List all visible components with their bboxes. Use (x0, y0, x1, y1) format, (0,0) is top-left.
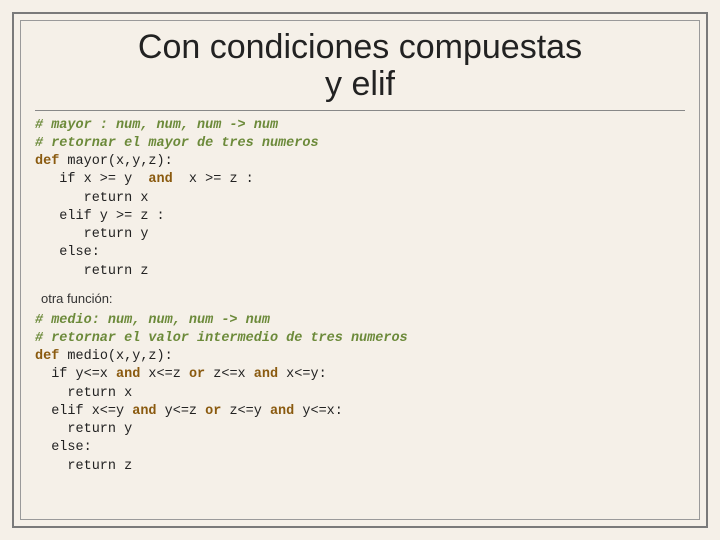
code-text: mayor(x,y,z): (59, 154, 172, 169)
code-text: x<=y: (278, 367, 327, 382)
code-text: elif x<=y (35, 404, 132, 419)
keyword-or: or (205, 404, 221, 419)
keyword-def: def (35, 154, 59, 169)
keyword-def: def (35, 349, 59, 364)
comment: # medio: num, num, num -> num (35, 313, 270, 328)
code-text: else: (35, 440, 92, 455)
title-line-1: Con condiciones compuestas (138, 28, 582, 66)
code-text: medio(x,y,z): (59, 349, 172, 364)
code-text: return y (35, 422, 132, 437)
code-text: y<=x: (294, 404, 343, 419)
code-text: return z (35, 459, 132, 474)
code-block-medio: # medio: num, num, num -> num # retornar… (35, 312, 685, 476)
keyword-and: and (270, 404, 294, 419)
code-text: if x >= y (35, 172, 148, 187)
code-block-mayor: # mayor : num, num, num -> num # retorna… (35, 117, 685, 281)
code-text: x >= z : (173, 172, 254, 187)
keyword-and: and (254, 367, 278, 382)
code-text: return x (35, 191, 148, 206)
code-text: if y<=x (35, 367, 116, 382)
keyword-or: or (189, 367, 205, 382)
inner-frame: Con condiciones compuestas y elif # mayo… (20, 20, 700, 520)
keyword-and: and (116, 367, 140, 382)
outer-frame: Con condiciones compuestas y elif # mayo… (12, 12, 708, 528)
code-text: x<=z (140, 367, 189, 382)
code-text: return y (35, 227, 148, 242)
code-text: else: (35, 245, 100, 260)
slide-title: Con condiciones compuestas y elif (35, 29, 685, 104)
code-text: return z (35, 264, 148, 279)
code-text: elif y >= z : (35, 209, 165, 224)
code-text: return x (35, 386, 132, 401)
divider (35, 110, 685, 111)
caption-otra-funcion: otra función: (41, 291, 685, 306)
keyword-and: and (148, 172, 172, 187)
comment: # retornar el valor intermedio de tres n… (35, 331, 408, 346)
keyword-and: and (132, 404, 156, 419)
comment: # retornar el mayor de tres numeros (35, 136, 319, 151)
code-text: z<=y (221, 404, 270, 419)
code-text: z<=x (205, 367, 254, 382)
code-text: y<=z (157, 404, 206, 419)
comment: # mayor : num, num, num -> num (35, 118, 278, 133)
title-line-2: y elif (325, 65, 395, 103)
